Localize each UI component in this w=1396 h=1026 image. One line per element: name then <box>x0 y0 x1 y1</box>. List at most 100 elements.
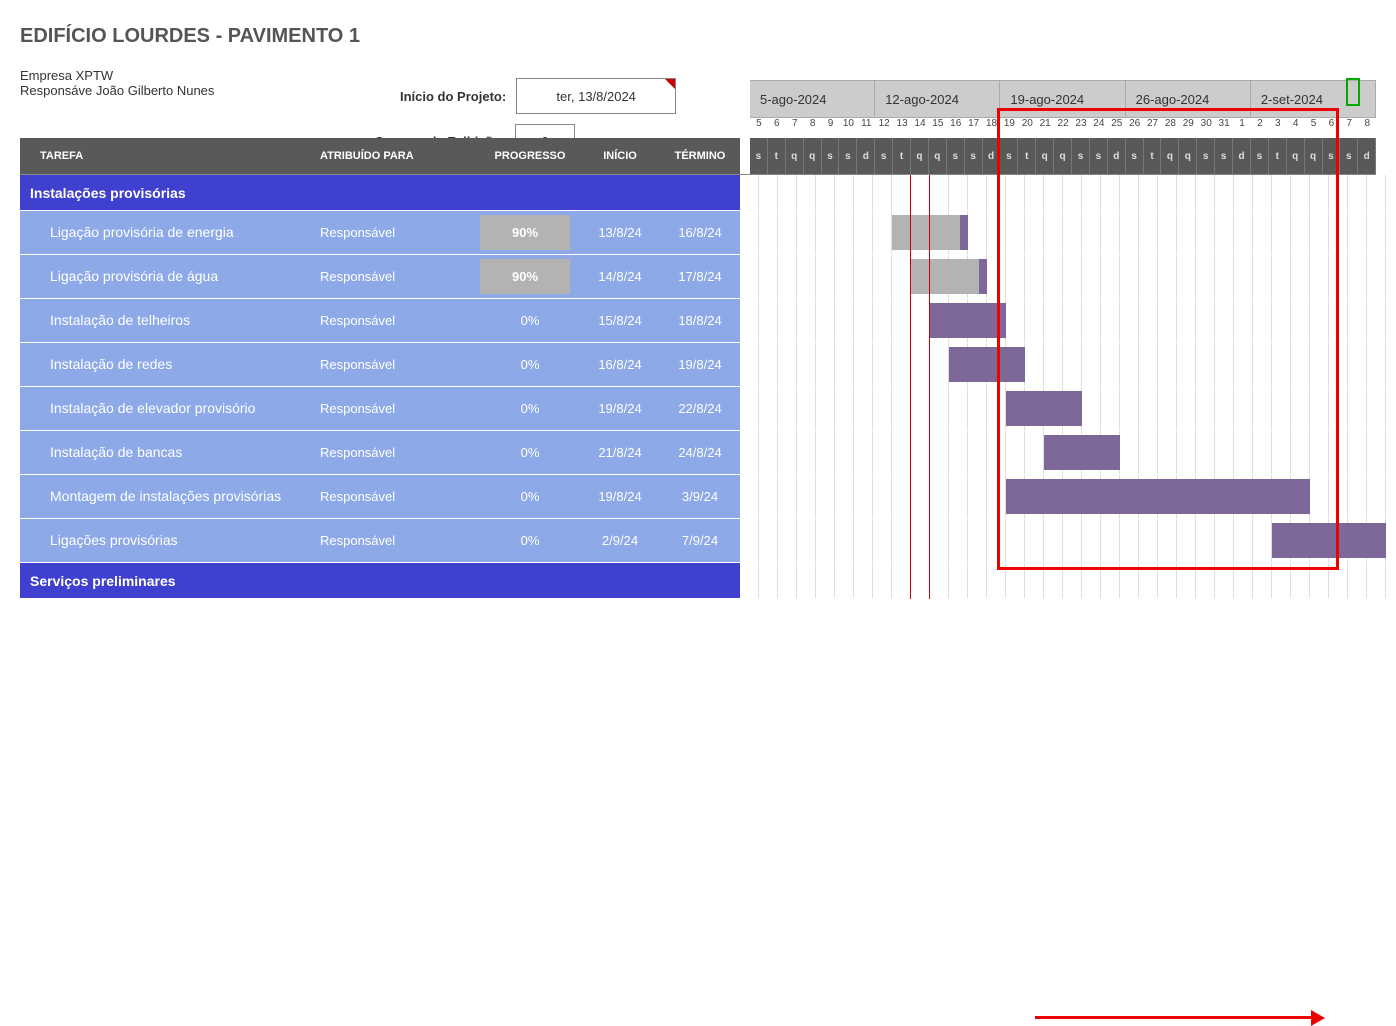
task-end: 22/8/24 <box>660 387 740 430</box>
day-name: s <box>1090 138 1108 174</box>
day-name: q <box>1054 138 1072 174</box>
day-number: 7 <box>786 118 804 138</box>
day-number: 27 <box>1144 118 1162 138</box>
task-start: 14/8/24 <box>580 255 660 298</box>
day-name: t <box>1144 138 1162 174</box>
day-name: s <box>947 138 965 174</box>
gantt-bar <box>1272 523 1386 558</box>
gantt-bar <box>1006 391 1082 426</box>
gantt-bar <box>949 347 1025 382</box>
col-header-progress: PROGRESSO <box>480 150 580 162</box>
day-number: 8 <box>1358 118 1376 138</box>
task-start: 2/9/24 <box>580 519 660 562</box>
day-name: s <box>822 138 840 174</box>
day-name: s <box>1000 138 1018 174</box>
day-name: s <box>1197 138 1215 174</box>
today-marker <box>929 175 930 599</box>
task-name: Montagem de instalações provisórias <box>20 475 320 518</box>
day-name: s <box>839 138 857 174</box>
day-number: 31 <box>1215 118 1233 138</box>
day-name: q <box>1287 138 1305 174</box>
col-header-end: TÉRMINO <box>660 150 740 162</box>
day-number: 16 <box>947 118 965 138</box>
gantt-bar <box>1006 479 1310 514</box>
day-name: t <box>1018 138 1036 174</box>
task-name: Instalação de bancas <box>20 431 320 474</box>
day-number: 1 <box>1233 118 1251 138</box>
col-header-start: INÍCIO <box>580 150 660 162</box>
day-name: d <box>1233 138 1251 174</box>
day-name: d <box>983 138 1001 174</box>
day-number: 12 <box>875 118 893 138</box>
table-header-row: TAREFA ATRIBUÍDO PARA PROGRESSO INÍCIO T… <box>20 138 740 174</box>
task-progress: 0% <box>480 431 580 474</box>
day-number: 7 <box>1340 118 1358 138</box>
day-number: 9 <box>822 118 840 138</box>
col-header-assigned: ATRIBUÍDO PARA <box>320 150 480 162</box>
task-start: 19/8/24 <box>580 475 660 518</box>
day-name: d <box>1358 138 1376 174</box>
task-end: 19/8/24 <box>660 343 740 386</box>
day-name: s <box>1251 138 1269 174</box>
day-name: q <box>911 138 929 174</box>
day-number: 13 <box>893 118 911 138</box>
day-number: 11 <box>857 118 875 138</box>
task-progress: 90% <box>480 255 580 298</box>
day-name: t <box>893 138 911 174</box>
day-number: 3 <box>1269 118 1287 138</box>
day-number: 19 <box>1000 118 1018 138</box>
task-start: 19/8/24 <box>580 387 660 430</box>
task-row: Instalação de telheirosResponsável0%15/8… <box>20 299 1376 343</box>
day-number: 10 <box>839 118 857 138</box>
task-progress: 90% <box>480 211 580 254</box>
day-name: d <box>857 138 875 174</box>
day-number: 6 <box>1323 118 1341 138</box>
task-row: Montagem de instalações provisóriasRespo… <box>20 475 1376 519</box>
timeline-header: 5-ago-202412-ago-202419-ago-202426-ago-2… <box>750 80 1376 174</box>
gantt-bar <box>960 215 968 250</box>
day-number: 29 <box>1179 118 1197 138</box>
task-end: 17/8/24 <box>660 255 740 298</box>
task-progress: 0% <box>480 475 580 518</box>
gantt-bar-done <box>911 259 979 294</box>
day-name: s <box>1126 138 1144 174</box>
day-number: 22 <box>1054 118 1072 138</box>
day-number: 18 <box>983 118 1001 138</box>
day-name: t <box>1269 138 1287 174</box>
day-number: 5 <box>750 118 768 138</box>
day-number: 20 <box>1018 118 1036 138</box>
day-number: 26 <box>1126 118 1144 138</box>
day-number: 28 <box>1161 118 1179 138</box>
task-end: 3/9/24 <box>660 475 740 518</box>
task-progress: 0% <box>480 299 580 342</box>
page-title: EDIFÍCIO LOURDES - PAVIMENTO 1 <box>20 25 1376 48</box>
task-progress: 0% <box>480 343 580 386</box>
task-assigned: Responsável <box>320 431 480 474</box>
task-assigned: Responsável <box>320 343 480 386</box>
day-name: q <box>1305 138 1323 174</box>
day-number: 2 <box>1251 118 1269 138</box>
gantt-rows: Instalações provisóriasLigação provisóri… <box>20 174 1376 599</box>
task-progress: 0% <box>480 387 580 430</box>
task-assigned: Responsável <box>320 475 480 518</box>
day-name: s <box>965 138 983 174</box>
task-assigned: Responsável <box>320 211 480 254</box>
task-end: 16/8/24 <box>660 211 740 254</box>
task-end: 7/9/24 <box>660 519 740 562</box>
day-name: s <box>1340 138 1358 174</box>
gantt-bar <box>930 303 1006 338</box>
task-row: Instalação de elevador provisórioRespons… <box>20 387 1376 431</box>
task-start: 21/8/24 <box>580 431 660 474</box>
day-number: 6 <box>768 118 786 138</box>
day-number: 25 <box>1108 118 1126 138</box>
week-header-cell: 19-ago-2024 <box>1000 81 1125 118</box>
day-number: 21 <box>1036 118 1054 138</box>
gantt-bar <box>979 259 987 294</box>
task-row: Ligações provisóriasResponsável0%2/9/247… <box>20 519 1376 563</box>
task-row: Ligação provisória de energiaResponsável… <box>20 211 1376 255</box>
day-name: t <box>768 138 786 174</box>
day-number: 15 <box>929 118 947 138</box>
task-row: Instalação de redesResponsável0%16/8/241… <box>20 343 1376 387</box>
task-start: 13/8/24 <box>580 211 660 254</box>
day-number: 4 <box>1287 118 1305 138</box>
